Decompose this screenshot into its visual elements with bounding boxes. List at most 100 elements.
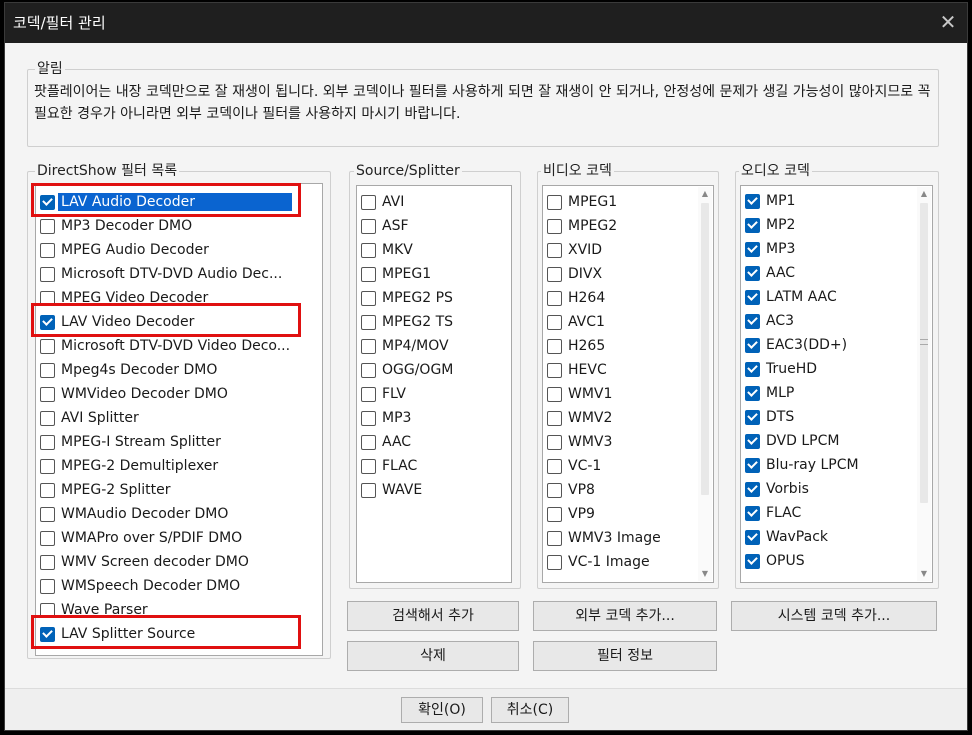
- list-item[interactable]: MP3 Decoder DMO: [40, 215, 192, 237]
- checkbox-icon[interactable]: [547, 338, 562, 354]
- checkbox-icon[interactable]: [40, 530, 55, 546]
- list-item[interactable]: H264: [547, 287, 605, 309]
- checkbox-icon[interactable]: [40, 458, 55, 474]
- list-item[interactable]: LAV Video Decoder: [40, 311, 194, 333]
- checkbox-icon[interactable]: [361, 338, 376, 354]
- list-item[interactable]: AC3: [745, 310, 794, 332]
- checkbox-icon[interactable]: [547, 458, 562, 474]
- checkbox-icon[interactable]: [40, 338, 55, 354]
- list-item[interactable]: MPEG-I Stream Splitter: [40, 431, 221, 453]
- delete-button[interactable]: 삭제: [347, 641, 519, 671]
- list-item[interactable]: OPUS: [745, 550, 805, 572]
- checkbox-checked-icon[interactable]: [745, 361, 760, 377]
- checkbox-icon[interactable]: [547, 386, 562, 402]
- checkbox-icon[interactable]: [40, 242, 55, 258]
- system-codec-add-button[interactable]: 시스템 코덱 추가...: [731, 601, 937, 631]
- list-item[interactable]: Vorbis: [745, 478, 809, 500]
- scroll-down-icon[interactable]: ▼: [698, 567, 712, 581]
- list-item[interactable]: H265: [547, 335, 605, 357]
- list-item[interactable]: Mpeg4s Decoder DMO: [40, 359, 217, 381]
- list-item[interactable]: MKV: [361, 239, 413, 261]
- checkbox-icon[interactable]: [547, 242, 562, 258]
- checkbox-icon[interactable]: [40, 362, 55, 378]
- list-item[interactable]: MP3: [745, 238, 795, 260]
- splitter-list[interactable]: AVI ASF MKV MPEG1 MPEG2 PS MPEG2 TS MP4/MOV OGG…: [356, 185, 512, 583]
- checkbox-icon[interactable]: [40, 482, 55, 498]
- checkbox-icon[interactable]: [40, 578, 55, 594]
- checkbox-checked-icon[interactable]: [745, 217, 760, 233]
- checkbox-icon[interactable]: [40, 602, 55, 618]
- checkbox-icon[interactable]: [361, 194, 376, 210]
- list-item[interactable]: AVI Splitter: [40, 407, 139, 429]
- list-item[interactable]: WMAPro over S/PDIF DMO: [40, 527, 242, 549]
- list-item[interactable]: WMVideo Decoder DMO: [40, 383, 228, 405]
- list-item[interactable]: MPEG-2 Splitter: [40, 479, 171, 501]
- checkbox-icon[interactable]: [361, 458, 376, 474]
- checkbox-checked-icon[interactable]: [745, 433, 760, 449]
- cancel-button[interactable]: 취소(C): [491, 697, 569, 723]
- checkbox-icon[interactable]: [40, 506, 55, 522]
- checkbox-icon[interactable]: [361, 314, 376, 330]
- checkbox-icon[interactable]: [40, 218, 55, 234]
- audio-codec-list[interactable]: ▲ ▼ MP1 MP2 MP3 AAC LATM AAC AC3 EAC3(DD+) True…: [740, 185, 933, 583]
- scroll-up-icon[interactable]: ▲: [917, 187, 931, 201]
- list-item[interactable]: XVID: [547, 239, 602, 261]
- list-item[interactable]: Blu-ray LPCM: [745, 454, 859, 476]
- checkbox-checked-icon[interactable]: [745, 505, 760, 521]
- checkbox-icon[interactable]: [361, 218, 376, 234]
- checkbox-icon[interactable]: [361, 362, 376, 378]
- checkbox-icon[interactable]: [547, 218, 562, 234]
- list-item[interactable]: VP8: [547, 479, 595, 501]
- list-item[interactable]: MPEG2: [547, 215, 617, 237]
- list-item[interactable]: FLAC: [745, 502, 801, 524]
- checkbox-checked-icon[interactable]: [745, 553, 760, 569]
- list-item[interactable]: MP4/MOV: [361, 335, 449, 357]
- list-item[interactable]: AVI: [361, 191, 404, 213]
- list-item[interactable]: WMAudio Decoder DMO: [40, 503, 228, 525]
- checkbox-checked-icon[interactable]: [745, 265, 760, 281]
- checkbox-icon[interactable]: [40, 266, 55, 282]
- checkbox-checked-icon[interactable]: [40, 314, 55, 330]
- list-item[interactable]: MPEG-2 Demultiplexer: [40, 455, 218, 477]
- list-item[interactable]: WMV2: [547, 407, 612, 429]
- list-item[interactable]: LAV Splitter Source: [40, 623, 195, 645]
- list-item[interactable]: WMV3 Image: [547, 527, 661, 549]
- list-item[interactable]: MP3: [361, 407, 411, 429]
- scroll-thumb[interactable]: [701, 203, 709, 495]
- list-item[interactable]: WMV1: [547, 383, 612, 405]
- list-item[interactable]: TrueHD: [745, 358, 817, 380]
- list-item[interactable]: DTS: [745, 406, 794, 428]
- ok-button[interactable]: 확인(O): [401, 697, 483, 723]
- list-item[interactable]: MPEG1: [547, 191, 617, 213]
- checkbox-checked-icon[interactable]: [745, 289, 760, 305]
- filter-list[interactable]: LAV Audio Decoder MP3 Decoder DMO MPEG Aud…: [35, 183, 323, 656]
- checkbox-checked-icon[interactable]: [40, 194, 55, 210]
- list-item[interactable]: MP2: [745, 214, 795, 236]
- audio-scrollbar[interactable]: ▲ ▼: [917, 187, 931, 581]
- checkbox-checked-icon[interactable]: [745, 385, 760, 401]
- checkbox-icon[interactable]: [40, 410, 55, 426]
- checkbox-checked-icon[interactable]: [745, 193, 760, 209]
- checkbox-checked-icon[interactable]: [745, 313, 760, 329]
- filter-info-button[interactable]: 필터 정보: [533, 641, 717, 671]
- checkbox-icon[interactable]: [40, 290, 55, 306]
- list-item[interactable]: FLAC: [361, 455, 417, 477]
- checkbox-icon[interactable]: [547, 314, 562, 330]
- list-item[interactable]: MP1: [745, 190, 795, 212]
- list-item[interactable]: AAC: [745, 262, 795, 284]
- list-item[interactable]: Microsoft DTV-DVD Audio Dec...: [40, 263, 282, 285]
- scroll-up-icon[interactable]: ▲: [698, 187, 712, 201]
- checkbox-icon[interactable]: [547, 290, 562, 306]
- list-item[interactable]: Wave Parser: [40, 599, 148, 621]
- checkbox-checked-icon[interactable]: [745, 241, 760, 257]
- list-item[interactable]: MPEG1: [361, 263, 431, 285]
- checkbox-icon[interactable]: [361, 410, 376, 426]
- checkbox-icon[interactable]: [361, 266, 376, 282]
- checkbox-icon[interactable]: [361, 290, 376, 306]
- scroll-down-icon[interactable]: ▼: [917, 567, 931, 581]
- title-bar[interactable]: 코덱/필터 관리 ✕: [5, 3, 967, 43]
- checkbox-icon[interactable]: [361, 242, 376, 258]
- list-item[interactable]: WAVE: [361, 479, 422, 501]
- list-item[interactable]: DIVX: [547, 263, 602, 285]
- checkbox-checked-icon[interactable]: [745, 337, 760, 353]
